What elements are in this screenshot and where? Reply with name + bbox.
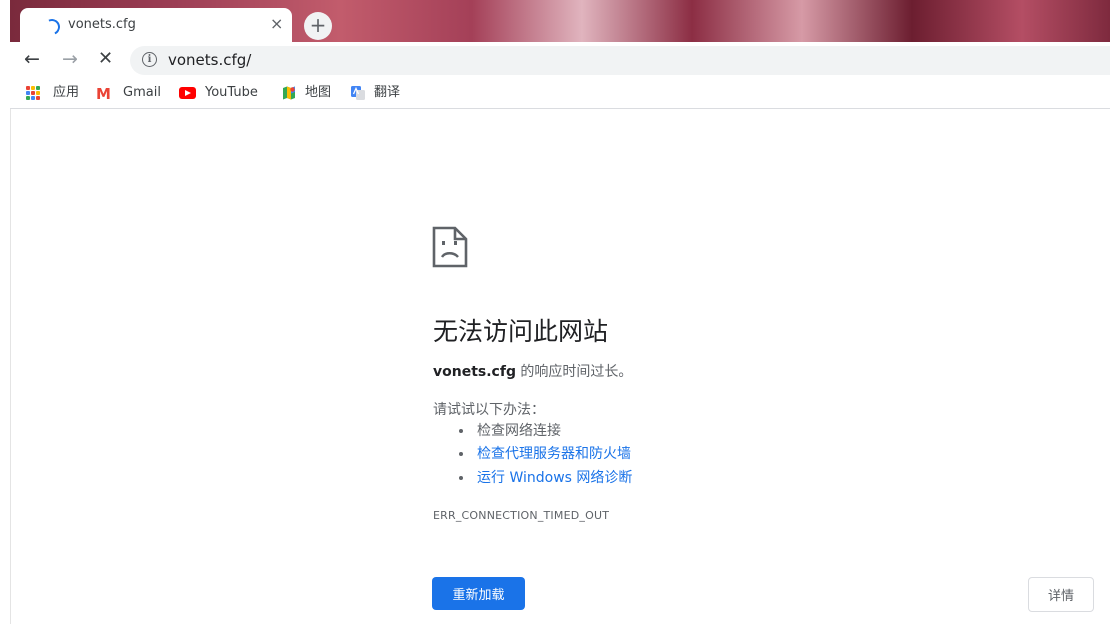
- bookmark-label: 应用: [53, 85, 80, 100]
- back-arrow-icon[interactable]: ←: [24, 48, 40, 70]
- forward-arrow-icon[interactable]: →: [62, 48, 78, 70]
- bookmarks-bar: 应用 M Gmail YouTube 地图 翻译: [10, 78, 1110, 109]
- bookmark-label: Gmail: [123, 85, 161, 100]
- suggestions-heading: 请试试以下办法：: [433, 402, 545, 418]
- error-code: ERR_CONNECTION_TIMED_OUT: [433, 509, 610, 522]
- sad-page-icon: [432, 226, 468, 268]
- bookmark-translate[interactable]: 翻译: [350, 84, 406, 102]
- tab-strip: vonets.cfg × +: [10, 0, 1110, 42]
- error-message: vonets.cfg 的响应时间过长。: [433, 361, 632, 381]
- stop-loading-icon[interactable]: ✕: [98, 48, 113, 70]
- gmail-icon: M: [96, 85, 111, 103]
- info-icon[interactable]: i: [142, 52, 157, 67]
- loading-spinner-icon: [41, 16, 63, 38]
- error-host: vonets.cfg: [433, 364, 516, 380]
- suggestion-link[interactable]: 运行 Windows 网络诊断: [477, 468, 632, 488]
- toolbar: ← → ✕ i vonets.cfg/: [10, 42, 1110, 78]
- bullet: [459, 429, 463, 433]
- bookmark-youtube[interactable]: YouTube: [179, 84, 269, 102]
- url-text[interactable]: vonets.cfg/: [168, 51, 251, 69]
- tab-vonets[interactable]: vonets.cfg ×: [20, 8, 292, 42]
- tab-close-icon[interactable]: ×: [270, 14, 283, 34]
- bullet: [459, 476, 463, 480]
- bookmark-label: 地图: [305, 85, 332, 100]
- error-message-text: 的响应时间过长。: [515, 364, 633, 380]
- translate-icon: [351, 86, 365, 100]
- bookmark-label: 翻译: [374, 85, 401, 100]
- bookmark-apps[interactable]: 应用: [26, 84, 86, 102]
- bookmark-label: YouTube: [205, 85, 258, 100]
- details-button[interactable]: 详情: [1028, 577, 1094, 612]
- bookmark-maps[interactable]: 地图: [281, 84, 335, 102]
- suggestion-link[interactable]: 检查代理服务器和防火墙: [477, 444, 631, 464]
- bullet: [459, 452, 463, 456]
- apps-grid-icon: [26, 86, 40, 100]
- new-tab-button[interactable]: +: [304, 12, 332, 40]
- address-bar[interactable]: i vonets.cfg/: [130, 46, 1110, 75]
- youtube-icon: [179, 87, 196, 99]
- tab-title: vonets.cfg: [68, 17, 136, 32]
- suggestion-text: 检查网络连接: [477, 423, 561, 439]
- reload-button[interactable]: 重新加载: [432, 577, 525, 610]
- error-title: 无法访问此网站: [433, 317, 609, 346]
- bookmark-gmail[interactable]: M Gmail: [96, 84, 168, 102]
- maps-icon: [283, 86, 295, 100]
